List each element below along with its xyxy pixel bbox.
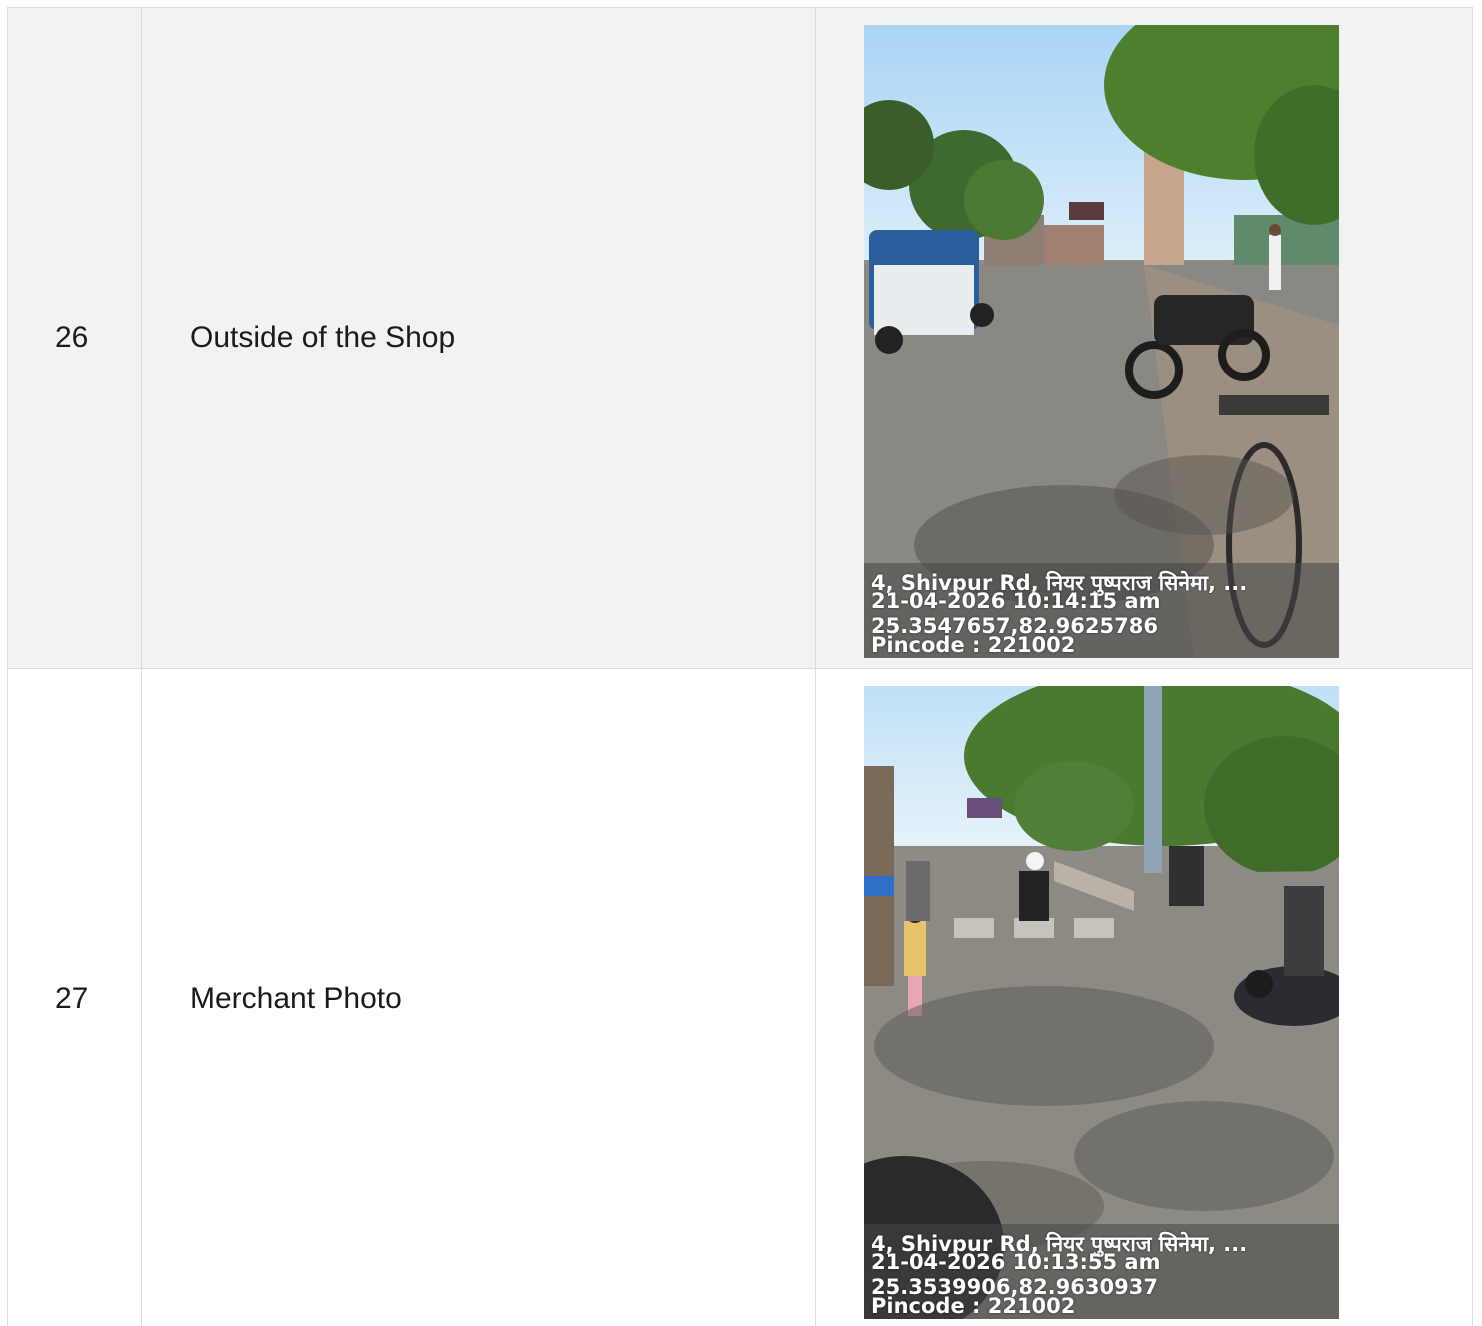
geotag-datetime: 21-04-2026 10:13:55 am [871,1250,1161,1274]
geotag-pincode: Pincode : 221002 [871,633,1076,657]
row-label-cell: Outside of the Shop [142,8,816,668]
row-number: 26 [55,321,89,354]
outside-shop-photo[interactable]: 4, Shivpur Rd, नियर पुष्पराज सिनेमा, ...… [864,25,1339,658]
row-number-cell: 27 [8,669,142,1326]
row-number-cell: 26 [8,8,142,668]
table-row: 26 Outside of the Shop 4, Shivpur Rd, नि… [8,8,1473,669]
row-number: 27 [55,982,89,1015]
row-photo-cell: 4, Shivpur Rd, नियर पुष्पराज सिनेमा, ...… [816,8,1473,668]
geotag-datetime: 21-04-2026 10:14:15 am [871,589,1161,613]
table-row: 27 Merchant Photo 4, Shivpur Rd, नियर पु… [8,669,1473,1326]
merchant-photo[interactable]: 4, Shivpur Rd, नियर पुष्पराज सिनेमा, ...… [864,686,1339,1319]
row-label: Merchant Photo [190,982,402,1015]
geotag-pincode: Pincode : 221002 [871,1294,1076,1318]
row-label-cell: Merchant Photo [142,669,816,1326]
geotag-overlay: 4, Shivpur Rd, नियर पुष्पराज सिनेमा, ...… [864,563,1339,658]
photo-table: 26 Outside of the Shop 4, Shivpur Rd, नि… [7,7,1473,1326]
row-photo-cell: 4, Shivpur Rd, नियर पुष्पराज सिनेमा, ...… [816,669,1473,1326]
row-label: Outside of the Shop [190,321,456,354]
geotag-overlay: 4, Shivpur Rd, नियर पुष्पराज सिनेमा, ...… [864,1224,1339,1319]
